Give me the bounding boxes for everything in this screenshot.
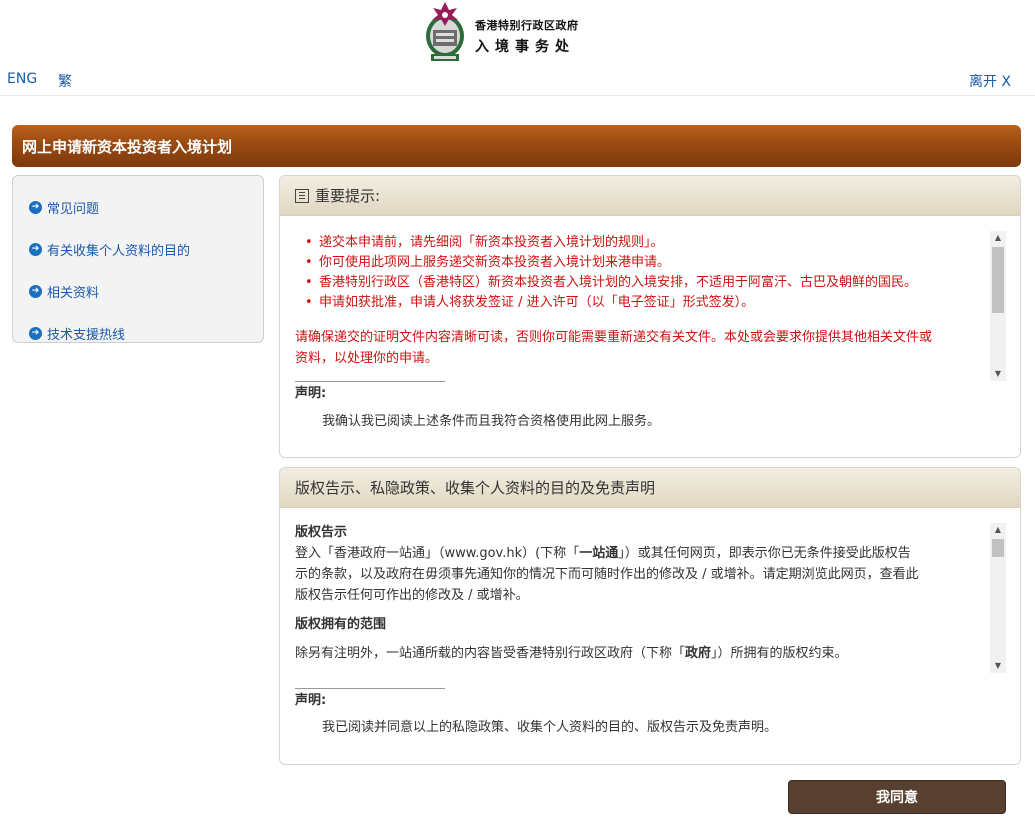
text-span-bold: 一站通 bbox=[579, 546, 619, 561]
important-notes-title: 重要提示: bbox=[315, 187, 381, 205]
copyright-notice-heading: 版权告示 bbox=[295, 525, 348, 540]
document-clarity-note: 请确保递交的证明文件内容清晰可读，否则你可能需要重新递交有关文件。本处或会要求你… bbox=[295, 327, 980, 369]
text-span: 」）或其任何网页，即表示你已无条件接受此版权告 bbox=[618, 546, 911, 561]
list-item: 递交本申请前，请先细阅「新资本投资者入境计划的规则」。 bbox=[295, 233, 980, 253]
sidebar-item-support-hotline[interactable]: ➔ 技术支援热线 bbox=[13, 312, 263, 354]
copyright-panel: 版权告示、私隐政策、收集个人资料的目的及免责声明 版权告示 登入「香港政府一站通… bbox=[279, 467, 1021, 765]
arrow-right-icon: ➔ bbox=[29, 242, 42, 256]
note-line: 请确保递交的证明文件内容清晰可读，否则你可能需要重新递交有关文件。本处或会要求你… bbox=[295, 330, 933, 345]
copyright-scope-text: 除另有注明外，一站通所载的内容皆受香港特别行政区政府（下称「政府」）所拥有的版权… bbox=[295, 643, 980, 664]
text-span: 」）所拥有的版权约束。 bbox=[711, 646, 848, 661]
lang-traditional-chinese-link[interactable]: 繁 bbox=[58, 71, 72, 91]
sidebar-item-label: 技术支援热线 bbox=[47, 327, 126, 343]
page-header: 香港特别行政区政府 入境事务处 ENG 繁 离开 X bbox=[0, 0, 1035, 96]
exit-link[interactable]: 离开 X bbox=[969, 71, 1011, 91]
sidebar-item-label: 相关资料 bbox=[47, 285, 100, 301]
important-notes-scroll-area[interactable]: 递交本申请前，请先细阅「新资本投资者入境计划的规则」。 你可使用此项网上服务递交… bbox=[295, 231, 1006, 381]
declaration-text: 我已阅读并同意以上的私隐政策、收集个人资料的目的、版权告示及免责声明。 bbox=[322, 720, 778, 735]
department-name: 入境事务处 bbox=[475, 39, 575, 55]
copyright-scope-heading: 版权拥有的范围 bbox=[295, 617, 387, 632]
scrollbar[interactable]: ▲ ▼ bbox=[990, 231, 1006, 381]
scroll-up-icon[interactable]: ▲ bbox=[990, 523, 1006, 537]
agree-button[interactable]: 我同意 bbox=[788, 780, 1006, 814]
scroll-down-icon[interactable]: ▼ bbox=[990, 659, 1006, 673]
list-item: 申请如获批准，申请人将获发签证 / 进入许可（以「电子签证」形式签发）。 bbox=[295, 293, 980, 313]
sidebar-item-purpose-of-collection[interactable]: ➔ 有关收集个人资料的目的 bbox=[13, 228, 263, 270]
arrow-right-icon: ➔ bbox=[29, 200, 42, 214]
text-span-bold: 政府 bbox=[685, 646, 712, 661]
copyright-scroll-area[interactable]: 版权告示 登入「香港政府一站通」（www.gov.hk）(下称「一站通」）或其任… bbox=[295, 523, 1006, 673]
list-item: 香港特别行政区（香港特区）新资本投资者入境计划的入境安排，不适用于阿富汗、古巴及… bbox=[295, 273, 980, 293]
text-line: 示的条款，以及政府在毋须事先通知你的情况下而可随时作出的修改及 / 或增补。请定… bbox=[295, 567, 919, 582]
declaration-label: 声明: bbox=[295, 386, 327, 401]
declaration-text: 我确认我已阅读上述条件而且我符合资格使用此网上服务。 bbox=[322, 414, 661, 429]
important-notes-panel: 重要提示: 递交本申请前，请先细阅「新资本投资者入境计划的规则」。 你可使用此项… bbox=[279, 175, 1021, 458]
note-line: 资料，以处理你的申请。 bbox=[295, 351, 439, 366]
scrollbar-thumb[interactable] bbox=[992, 247, 1004, 313]
government-name: 香港特别行政区政府 bbox=[475, 19, 579, 32]
scroll-down-icon[interactable]: ▼ bbox=[990, 367, 1006, 381]
scrollbar[interactable]: ▲ ▼ bbox=[990, 523, 1006, 673]
immd-emblem-icon bbox=[426, 2, 464, 61]
scroll-up-icon[interactable]: ▲ bbox=[990, 231, 1006, 245]
immd-logo: 香港特别行政区政府 入境事务处 bbox=[421, 0, 579, 64]
arrow-right-icon: ➔ bbox=[29, 284, 42, 298]
page-title-bar: 网上申请新资本投资者入境计划 bbox=[12, 125, 1021, 167]
copyright-header: 版权告示、私隐政策、收集个人资料的目的及免责声明 bbox=[280, 468, 1020, 508]
lang-english-link[interactable]: ENG bbox=[7, 71, 37, 87]
list-item: 你可使用此项网上服务递交新资本投资者入境计划来港申请。 bbox=[295, 253, 980, 273]
important-notes-header: 重要提示: bbox=[280, 176, 1020, 216]
sidebar-item-faq[interactable]: ➔ 常见问题 bbox=[13, 186, 263, 228]
copyright-notice-text: 登入「香港政府一站通」（www.gov.hk）(下称「一站通」）或其任何网页，即… bbox=[295, 543, 980, 606]
text-line: 版权告示任何可作出的修改及 / 或增补。 bbox=[295, 588, 529, 603]
sidebar-item-label: 有关收集个人资料的目的 bbox=[47, 243, 191, 259]
scrollbar-thumb[interactable] bbox=[992, 539, 1004, 557]
important-notes-list: 递交本申请前，请先细阅「新资本投资者入境计划的规则」。 你可使用此项网上服务递交… bbox=[295, 231, 980, 313]
text-span: 除另有注明外，一站通所载的内容皆受香港特别行政区政府（下称「 bbox=[295, 646, 686, 661]
copyright-title: 版权告示、私隐政策、收集个人资料的目的及免责声明 bbox=[295, 479, 656, 497]
text-span: 登入「香港政府一站通」（www.gov.hk）(下称「 bbox=[295, 546, 580, 561]
sidebar-item-related-info[interactable]: ➔ 相关资料 bbox=[13, 270, 263, 312]
notes-icon bbox=[295, 188, 309, 203]
sidebar: ➔ 常见问题 ➔ 有关收集个人资料的目的 ➔ 相关资料 ➔ 技术支援热线 bbox=[12, 175, 264, 343]
sidebar-item-label: 常见问题 bbox=[47, 201, 100, 217]
page-title: 网上申请新资本投资者入境计划 bbox=[22, 137, 233, 156]
declaration-label: 声明: bbox=[295, 693, 327, 708]
arrow-right-icon: ➔ bbox=[29, 326, 42, 340]
